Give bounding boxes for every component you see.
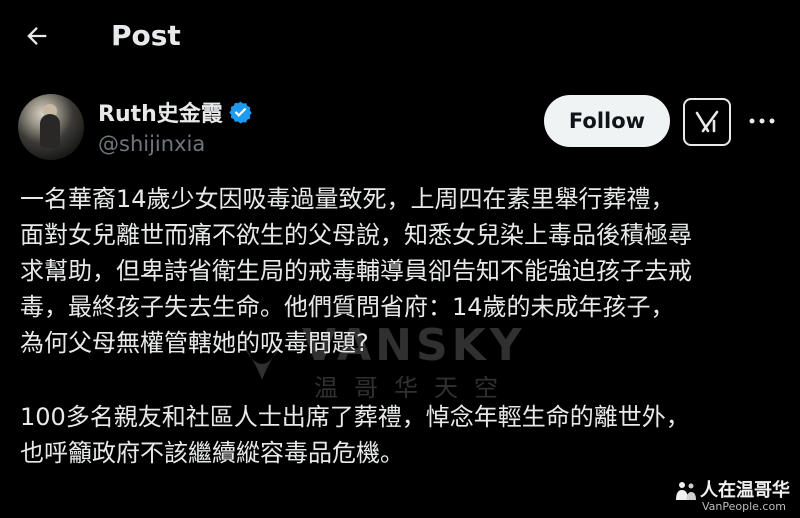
arrow-left-icon: [27, 27, 47, 45]
more-horizontal-icon: [749, 118, 775, 124]
verified-badge-icon: [229, 101, 252, 123]
back-button[interactable]: [18, 17, 56, 55]
more-options-button[interactable]: [744, 106, 780, 136]
people-icon: [676, 482, 696, 500]
post-line: 面對女兒離世而痛不欲生的父母說，知悉女兒染上毒品後積極尋: [20, 221, 692, 249]
post-line: 毒，最終孩子失去生命。他們質問省府：14歲的未成年孩子，: [20, 293, 675, 321]
vanpeople-url: VanPeople.com: [702, 500, 786, 513]
avatar[interactable]: [18, 94, 84, 160]
author-name-row[interactable]: Ruth史金霞: [98, 97, 253, 127]
follow-button[interactable]: Follow: [544, 95, 670, 147]
author-display-name[interactable]: Ruth史金霞: [98, 96, 223, 128]
grok-icon: [695, 110, 719, 133]
post-text: 一名華裔14歲少女因吸毒過量致死，上周四在素里舉行葬禮， 面對女兒離世而痛不欲生…: [20, 181, 790, 471]
post-line: 為何父母無權管轄她的吸毒問題?: [20, 329, 369, 357]
avatar-figure: [40, 114, 60, 148]
author-handle[interactable]: @shijinxia: [98, 132, 205, 156]
post-line: 一名華裔14歲少女因吸毒過量致死，上周四在素里舉行葬禮，: [20, 185, 675, 213]
vanpeople-title: 人在温哥华: [700, 480, 790, 501]
page-title: Post: [111, 19, 181, 52]
post-line: 也呼籲政府不該繼續縱容毒品危機。: [20, 439, 404, 467]
post-line: 求幫助，但卑詩省衛生局的戒毒輔導員卻告知不能強迫孩子去戒: [20, 257, 692, 285]
post-line: 100多名親友和社區人士出席了葬禮，悼念年輕生命的離世外，: [20, 403, 690, 431]
grok-button[interactable]: [683, 98, 731, 146]
vanpeople-logo: 人在温哥华 VanPeople.com: [674, 476, 794, 514]
post-header: Post: [0, 0, 800, 72]
